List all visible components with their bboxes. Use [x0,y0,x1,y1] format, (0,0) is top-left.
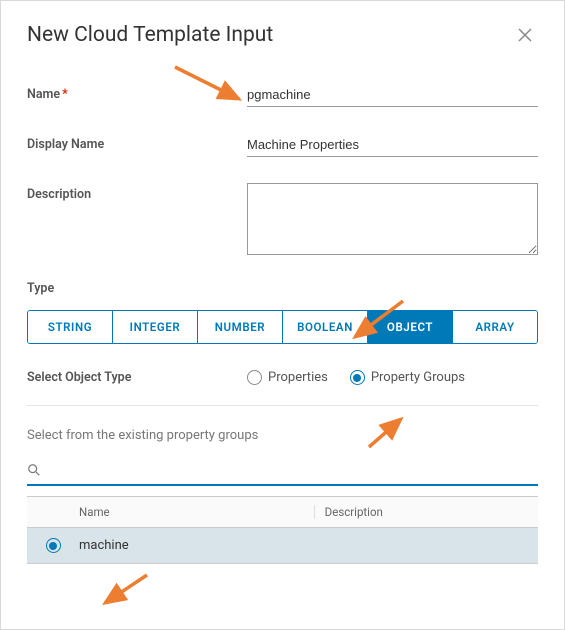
type-option-boolean[interactable]: BOOLEAN [283,311,368,343]
radio-properties-label: Properties [268,370,328,385]
type-option-object[interactable]: OBJECT [368,311,453,343]
object-type-radio-group: Properties Property Groups [247,370,465,385]
required-asterisk: * [62,87,68,102]
property-group-search-input[interactable] [27,459,538,484]
annotation-arrow-icon [97,571,157,611]
type-segmented-buttons: STRING INTEGER NUMBER BOOLEAN OBJECT ARR… [27,310,538,344]
table-header-description: Description [314,505,538,519]
type-option-array[interactable]: ARRAY [453,311,537,343]
radio-property-groups[interactable]: Property Groups [350,370,465,385]
type-option-integer[interactable]: INTEGER [113,311,198,343]
radio-properties[interactable]: Properties [247,370,328,385]
type-section: Type STRING INTEGER NUMBER BOOLEAN OBJEC… [27,281,538,344]
row-description: Description [27,183,538,255]
modal-new-cloud-template-input: New Cloud Template Input Name* Display N… [0,0,565,630]
description-textarea[interactable] [247,183,538,255]
search-wrap [27,459,538,486]
modal-header: New Cloud Template Input [27,23,538,47]
label-name: Name* [27,83,247,102]
table-header-select [27,505,79,519]
radio-circle-icon [247,370,262,385]
row-object-type: Select Object Type Properties Property G… [27,370,538,385]
search-icon [27,462,41,481]
row-name-cell: machine [79,538,314,553]
label-object-type: Select Object Type [27,370,247,385]
radio-circle-checked-icon [350,370,365,385]
type-option-number[interactable]: NUMBER [198,311,283,343]
section-divider [27,405,538,406]
table-row[interactable]: machine [27,528,538,564]
table-header-name: Name [79,505,314,519]
row-select-cell [27,538,79,553]
label-type: Type [27,281,538,296]
modal-title: New Cloud Template Input [27,23,273,47]
label-display-name: Display Name [27,133,247,152]
label-description: Description [27,183,247,202]
row-display-name: Display Name [27,133,538,157]
row-name: Name* [27,83,538,107]
type-option-string[interactable]: STRING [28,311,113,343]
name-input[interactable] [247,83,538,107]
close-icon[interactable] [512,23,538,47]
label-name-text: Name [27,87,60,102]
row-radio-checked-icon [46,538,61,553]
table-header: Name Description [27,496,538,528]
radio-property-groups-label: Property Groups [371,370,465,385]
list-caption: Select from the existing property groups [27,428,538,443]
display-name-input[interactable] [247,133,538,157]
